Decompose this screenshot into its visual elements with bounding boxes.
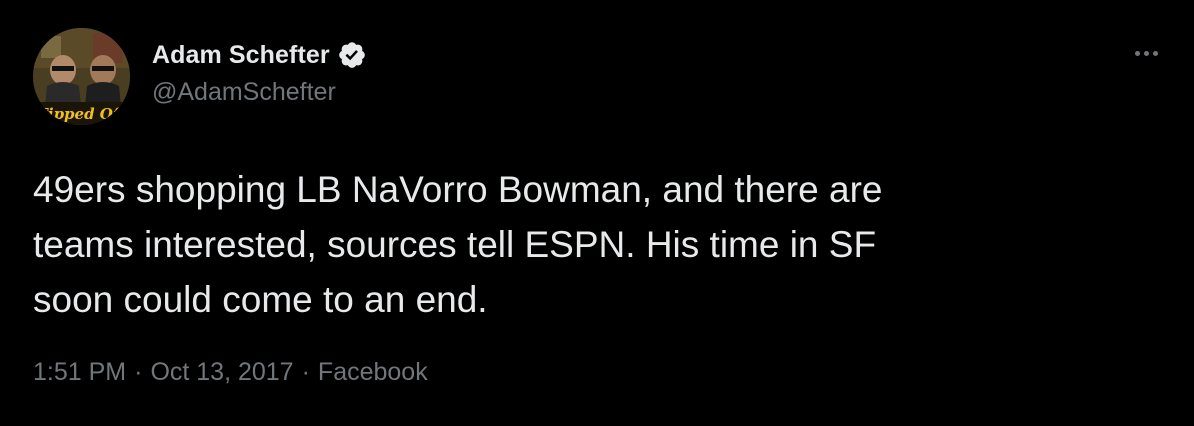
avatar-image: Tipped Off	[33, 28, 130, 125]
author-name-row: Adam Schefter	[152, 38, 367, 72]
tweet-metadata: 1:51 PM · Oct 13, 2017 · Facebook	[33, 358, 428, 387]
tweet-source[interactable]: Facebook	[318, 358, 428, 386]
more-horizontal-icon	[1134, 50, 1140, 56]
avatar-logo-text: Tipped Off	[37, 105, 128, 123]
author-block: Adam Schefter @AdamSchefter	[152, 38, 367, 107]
more-horizontal-icon	[1143, 50, 1149, 56]
separator: ·	[134, 358, 143, 386]
tweet-text-line: soon could come to an end.	[33, 279, 488, 320]
tweet-text-line: 49ers shopping LB NaVorro Bowman, and th…	[33, 169, 883, 210]
avatar[interactable]: Tipped Off	[33, 28, 130, 125]
verified-badge-icon	[337, 40, 367, 70]
more-options-button[interactable]	[1128, 38, 1164, 68]
tweet-time[interactable]: 1:51 PM	[33, 358, 126, 386]
tweet-date[interactable]: Oct 13, 2017	[150, 358, 293, 386]
tweet-card: Tipped Off Adam Schefter @AdamSchefter 4…	[0, 0, 1194, 426]
tweet-text: 49ers shopping LB NaVorro Bowman, and th…	[33, 162, 1153, 327]
tweet-text-line: teams interested, sources tell ESPN. His…	[33, 224, 877, 265]
separator: ·	[301, 358, 310, 386]
author-name[interactable]: Adam Schefter	[152, 41, 330, 70]
more-horizontal-icon	[1152, 50, 1158, 56]
author-handle[interactable]: @AdamSchefter	[152, 78, 367, 107]
